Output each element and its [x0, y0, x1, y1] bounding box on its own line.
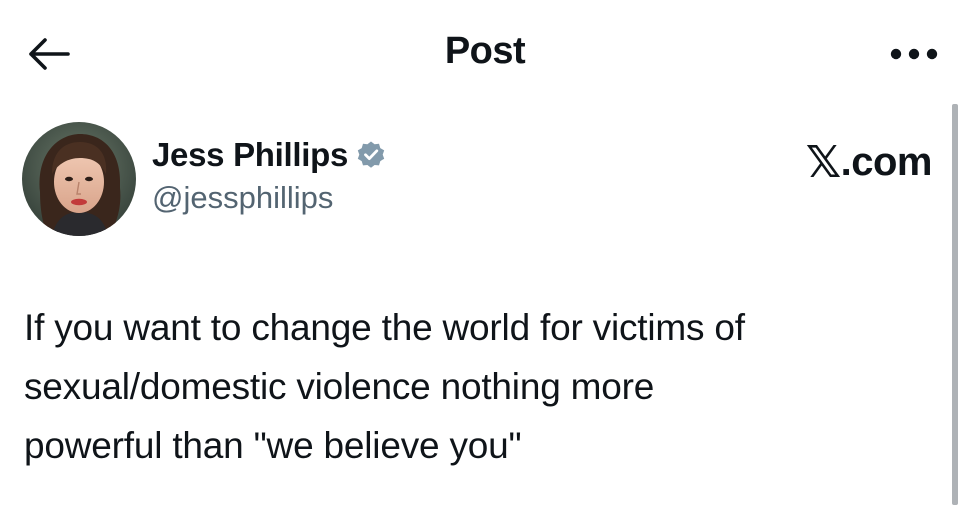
name-line: Jess Phillips: [152, 136, 386, 174]
verified-badge-icon: [356, 140, 386, 170]
post-author-row: Jess Phillips @jessphillips 𝕏 .com: [22, 122, 933, 242]
more-horizontal-icon: [890, 48, 938, 60]
post-screen: Post Jess Phillips @jessphillips 𝕏 .com …: [0, 0, 970, 505]
page-title: Post: [444, 30, 526, 72]
post-text-line: If you want to change the world for vict…: [24, 307, 745, 348]
more-options-button[interactable]: [886, 34, 942, 74]
post-text-line: powerful than "we believe you": [24, 425, 522, 466]
brand-logo: 𝕏 .com: [805, 136, 933, 188]
author-info: Jess Phillips @jessphillips: [152, 136, 386, 216]
post-text: If you want to change the world for vict…: [24, 298, 934, 475]
scrollbar[interactable]: [952, 104, 958, 505]
post-text-line: sexual/domestic violence nothing more: [24, 366, 655, 407]
brand-suffix: .com: [840, 140, 933, 184]
avatar[interactable]: [22, 122, 136, 236]
top-bar: Post: [0, 0, 970, 100]
display-name[interactable]: Jess Phillips: [152, 136, 348, 174]
avatar-photo: [22, 122, 136, 236]
x-logo-icon: 𝕏: [805, 136, 841, 188]
user-handle[interactable]: @jessphillips: [152, 180, 386, 216]
